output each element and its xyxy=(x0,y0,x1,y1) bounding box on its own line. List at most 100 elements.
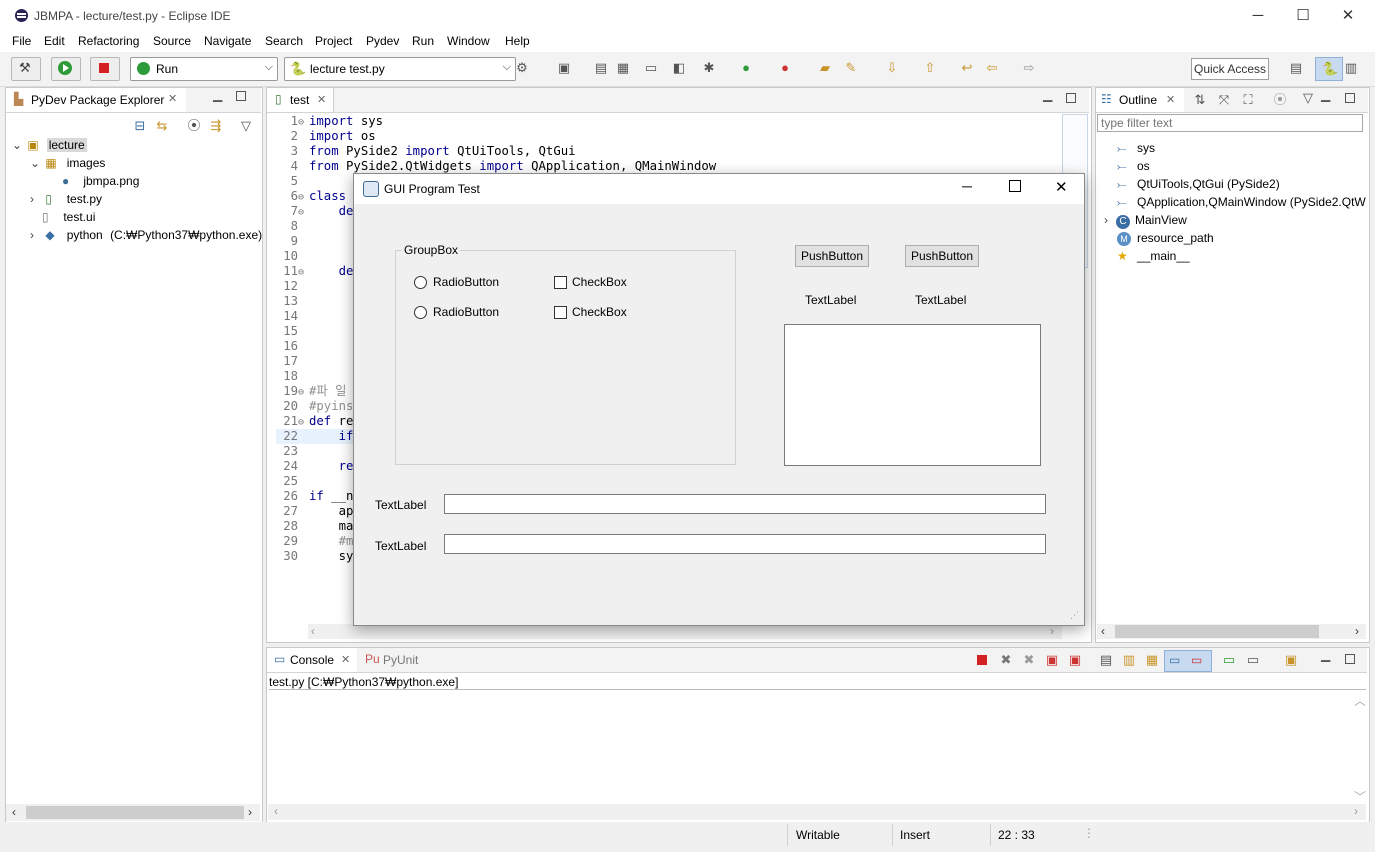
open-folder-icon[interactable]: ▰ xyxy=(817,60,833,76)
terminate-icon[interactable] xyxy=(977,655,987,665)
menu-source[interactable]: Source xyxy=(153,34,191,48)
stop-button[interactable] xyxy=(90,57,120,81)
module-icon[interactable]: ◧ xyxy=(671,60,687,76)
minimize-view-icon[interactable]: ▁ xyxy=(213,88,222,102)
minimize-view-icon[interactable]: ▁ xyxy=(1321,88,1330,102)
outline-tab[interactable]: ☷ Outline ✕ xyxy=(1096,88,1184,112)
dialog-minimize-button[interactable]: ─ xyxy=(962,178,972,194)
open-perspective-icon[interactable]: ▤ xyxy=(1288,60,1304,76)
next-annotation-icon[interactable]: ⇩ xyxy=(884,60,900,76)
close-tab-icon[interactable]: ✕ xyxy=(168,92,177,105)
debug-icon[interactable]: ✱ xyxy=(701,60,717,76)
outline-item-qapplication[interactable]: ⤚ QApplication,QMainWindow (PySide2.QtW xyxy=(1117,193,1367,211)
filter-icon[interactable]: ⇶ xyxy=(208,118,224,134)
code-line[interactable]: 4 from PySide2.QtWidgets import QApplicat… xyxy=(276,159,1056,174)
console-hscrollbar[interactable]: ‹ › xyxy=(268,804,1366,820)
menu-run[interactable]: Run xyxy=(412,34,434,48)
outline-item-os[interactable]: ⤚ os xyxy=(1117,157,1150,175)
tree-item-images[interactable]: ⌄ ▦ images xyxy=(30,154,105,172)
resize-grip-icon[interactable]: ⋰ xyxy=(1070,610,1079,621)
maximize-view-icon[interactable] xyxy=(1345,93,1355,103)
outline-item-qtuitools[interactable]: ⤚ QtUiTools,QtGui (PySide2) xyxy=(1117,175,1280,193)
scroll-right-icon[interactable]: › xyxy=(1355,624,1359,638)
terminate-all-icon[interactable]: ▣ xyxy=(1067,652,1083,668)
tree-item-test-py[interactable]: › ▯ test.py xyxy=(30,190,102,208)
terminate-remove-icon[interactable]: ▣ xyxy=(1044,652,1060,668)
focus-icon[interactable]: ⦿ xyxy=(186,118,202,134)
forward-icon[interactable]: ⇨ xyxy=(1021,60,1037,76)
outline-filter-input[interactable] xyxy=(1097,114,1363,132)
scroll-down-icon[interactable]: ﹀ xyxy=(1354,788,1366,805)
fold-icon[interactable]: ⊖ xyxy=(298,385,309,400)
fold-icon[interactable]: ⊖ xyxy=(298,205,309,220)
close-tab-icon[interactable]: ✕ xyxy=(317,93,326,106)
gear-icon[interactable]: ⚙ xyxy=(514,60,530,76)
menu-search[interactable]: Search xyxy=(265,34,303,48)
maximize-view-icon[interactable] xyxy=(236,91,246,101)
fold-icon[interactable]: ⊖ xyxy=(298,415,309,430)
minimize-button[interactable]: ─ xyxy=(1235,4,1281,28)
scroll-left-icon[interactable]: ‹ xyxy=(12,805,16,819)
explorer-hscrollbar[interactable]: ‹ › xyxy=(6,804,260,821)
tree-item-jbmpa-png[interactable]: ● jbmpa.png xyxy=(62,172,139,190)
maximize-button[interactable]: ☐ xyxy=(1280,4,1326,28)
link-editor-icon[interactable]: ⇆ xyxy=(154,118,170,134)
scroll-right-icon[interactable]: › xyxy=(1354,804,1358,818)
tree-item-test-ui[interactable]: ▯ test.ui xyxy=(42,208,95,226)
word-wrap-icon[interactable]: ▦ xyxy=(1144,652,1160,668)
menu-navigate[interactable]: Navigate xyxy=(204,34,251,48)
push-button-1[interactable]: PushButton xyxy=(795,245,869,267)
menu-edit[interactable]: Edit xyxy=(44,34,65,48)
maximize-view-icon[interactable] xyxy=(1066,93,1076,103)
back-icon[interactable]: ⇦ xyxy=(984,60,1000,76)
tree-item-python[interactable]: › ◆ python (C:₩Python37₩python.exe) xyxy=(30,226,262,244)
text-edit-box[interactable] xyxy=(784,324,1041,466)
fold-icon[interactable]: ⊖ xyxy=(298,190,309,205)
brush-icon[interactable]: ✎ xyxy=(843,60,859,76)
close-tab-icon[interactable]: ✕ xyxy=(341,653,350,666)
remove-all-icon[interactable]: ✖ xyxy=(1021,652,1037,668)
last-edit-icon[interactable]: ↩ xyxy=(959,60,975,76)
build-hammer-button[interactable]: ⚒ xyxy=(11,57,41,81)
outline-item-resource-path[interactable]: Mresource_path xyxy=(1117,229,1214,247)
outline-item-main[interactable]: ★ __main__ xyxy=(1117,247,1190,265)
line-edit-2[interactable] xyxy=(444,534,1046,554)
scroll-right-icon[interactable]: › xyxy=(248,805,252,819)
show-output-toggle[interactable]: ▭ ▭ xyxy=(1164,650,1212,672)
run-play-icon[interactable]: ● xyxy=(738,60,754,76)
quick-access-field[interactable]: Quick Access xyxy=(1191,58,1269,80)
pydev-perspective-button[interactable]: 🐍 xyxy=(1315,57,1343,81)
console-tab[interactable]: ▭ Console ✕ xyxy=(267,648,357,672)
push-button-2[interactable]: PushButton xyxy=(905,245,979,267)
scroll-right-icon[interactable]: › xyxy=(1050,624,1054,638)
dialog-close-button[interactable]: ✕ xyxy=(1055,178,1068,196)
launch-target-select[interactable]: 🐍 lecture test.py ⌵ xyxy=(284,57,516,81)
close-button[interactable]: ✕ xyxy=(1325,4,1371,28)
menu-help[interactable]: Help xyxy=(505,34,530,48)
pin-console-icon[interactable]: ▭ xyxy=(1221,652,1237,668)
pyunit-tab[interactable]: Pu PyUnit xyxy=(363,648,433,672)
code-line[interactable]: 2 import os xyxy=(276,129,1056,144)
console-vscrollbar[interactable]: ︿ ﹀ xyxy=(1350,692,1366,805)
close-tab-icon[interactable]: ✕ xyxy=(1166,93,1175,106)
java-perspective-icon[interactable]: ▥ xyxy=(1343,60,1359,76)
maximize-view-icon[interactable] xyxy=(1345,654,1355,664)
dialog-maximize-button[interactable] xyxy=(1009,180,1021,192)
focus-icon[interactable]: ⦿ xyxy=(1272,92,1288,108)
scroll-left-icon[interactable]: ‹ xyxy=(274,804,278,818)
menu-file[interactable]: File xyxy=(12,34,31,48)
run-config-select[interactable]: Run ⌵ xyxy=(130,57,278,81)
remove-launch-icon[interactable]: ✖ xyxy=(998,652,1014,668)
tree-item-lecture[interactable]: ⌄ ▣ lecture xyxy=(12,136,87,154)
menu-pydev[interactable]: Pydev xyxy=(366,34,399,48)
expand-icon[interactable]: ⛶ xyxy=(1240,92,1256,108)
sort-az-icon[interactable]: ⇅ xyxy=(1192,92,1208,108)
scroll-thumb[interactable] xyxy=(26,806,244,819)
fold-icon[interactable]: ⊖ xyxy=(298,265,309,280)
package-explorer-tab[interactable]: ▙ PyDev Package Explorer ✕ xyxy=(6,88,186,112)
menu-project[interactable]: Project xyxy=(315,34,352,48)
outline-item-sys[interactable]: ⤚ sys xyxy=(1117,139,1155,157)
code-line[interactable]: 1⊖ import sys xyxy=(276,114,1056,129)
scroll-thumb[interactable] xyxy=(1115,625,1319,638)
menu-window[interactable]: Window xyxy=(447,34,490,48)
